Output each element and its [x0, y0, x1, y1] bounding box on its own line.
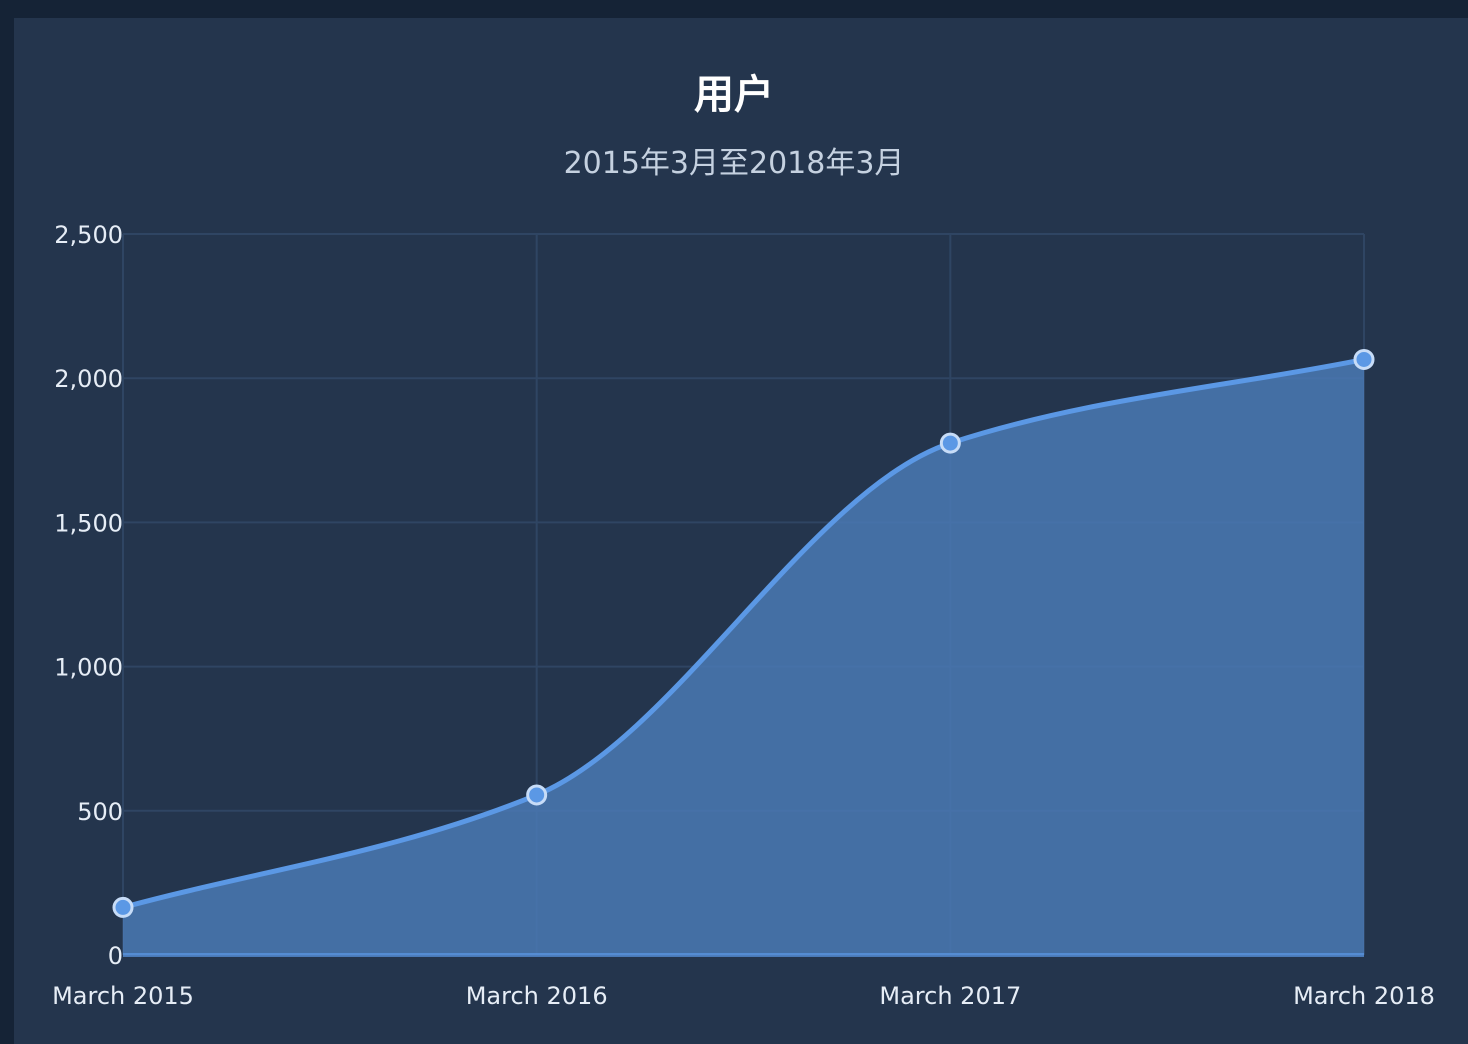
x-axis: March 2015 March 2016 March 2017 March 2018: [52, 982, 1435, 1010]
y-tick-label: 0: [108, 942, 123, 970]
area-layer: [120, 356, 1367, 957]
y-tick-label: 2,000: [54, 365, 123, 393]
x-tick-label: March 2017: [879, 982, 1021, 1010]
data-point[interactable]: [1353, 348, 1375, 370]
data-point[interactable]: [526, 784, 548, 806]
y-tick-label: 1,500: [54, 509, 123, 537]
x-tick-label: March 2016: [466, 982, 608, 1010]
y-tick-label: 500: [77, 798, 123, 826]
data-point[interactable]: [939, 432, 961, 454]
y-axis: 0 500 1,000 1,500 2,000 2,500: [54, 221, 123, 970]
x-tick-label: March 2018: [1293, 982, 1435, 1010]
x-tick-label: March 2015: [52, 982, 194, 1010]
y-tick-label: 1,000: [54, 654, 123, 682]
data-point[interactable]: [112, 896, 134, 918]
area-chart: 05001,0001,5002,0002,500 March 2015 March…: [52, 221, 1435, 1010]
y-tick-label: 2,500: [54, 221, 123, 249]
